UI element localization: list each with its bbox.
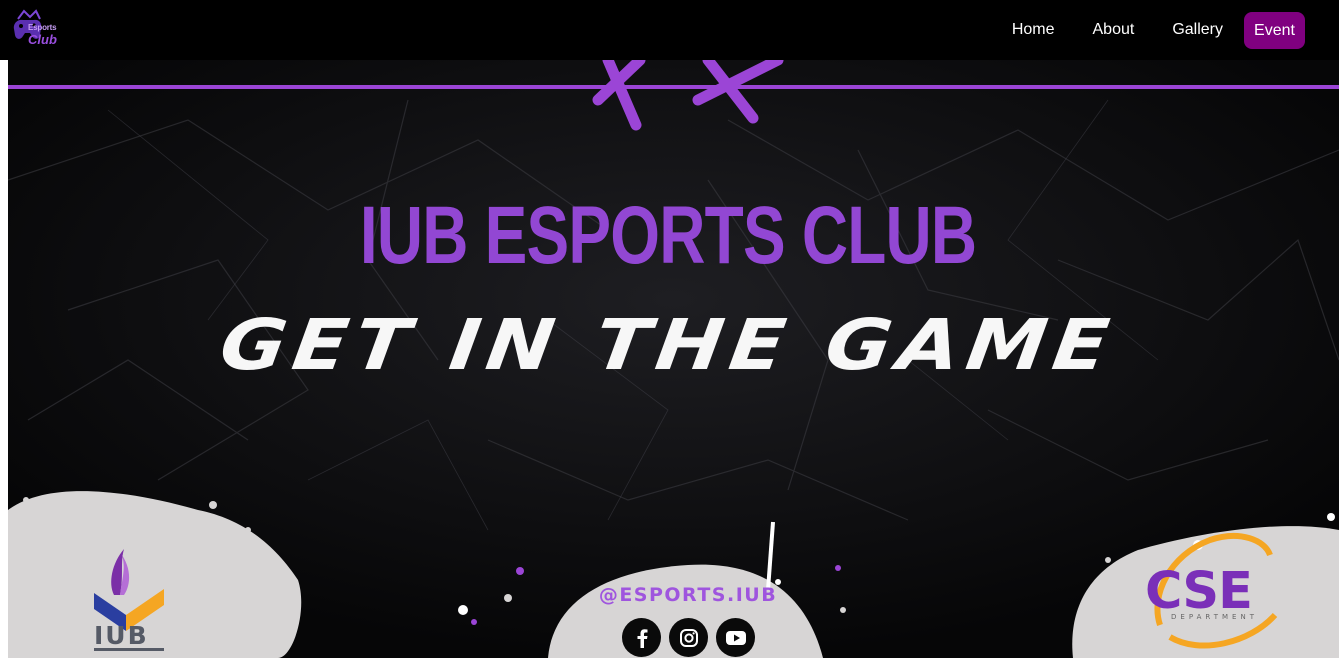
nav-gallery-link[interactable]: Gallery [1153,13,1242,47]
social-icons [622,618,755,657]
cse-logo-subtext: DEPARTMENT [1171,613,1258,621]
top-divider-line [8,85,1339,89]
nav-event-link[interactable]: Event [1244,11,1305,49]
logo-text-line2: Club [28,32,57,47]
nav-home-link[interactable]: Home [993,13,1074,47]
instagram-icon[interactable] [669,618,708,657]
hero-banner: IUB ESPORTS CLUB GET IN THE GAME IUB @ES… [8,60,1339,658]
club-logo[interactable]: Esports Club [10,7,60,53]
social-handle[interactable]: @ESPORTS.IUB [588,584,788,606]
nav-links: Home About Gallery Event [993,11,1305,49]
navbar: Esports Club Home About Gallery Event [0,0,1339,60]
youtube-icon[interactable] [716,618,755,657]
logo-text-line1: Esports [28,23,57,32]
nav-about-link[interactable]: About [1074,13,1154,47]
tagline: GET IN THE GAME [215,304,1121,386]
club-title: IUB ESPORTS CLUB [359,190,977,281]
facebook-icon[interactable] [622,618,661,657]
iub-logo-text: IUB [94,621,149,650]
iub-logo-underline [94,648,164,651]
